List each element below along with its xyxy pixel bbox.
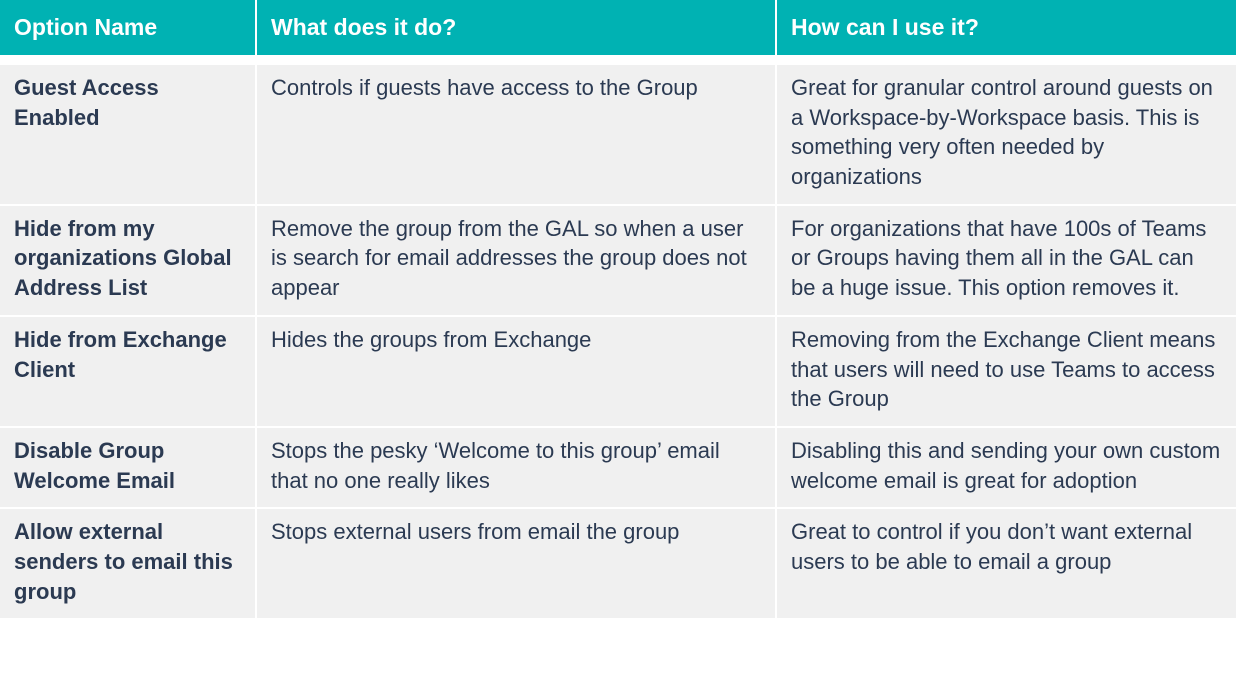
table-row: Guest Access Enabled Controls if guests …	[0, 65, 1236, 205]
cell-what: Hides the groups from Exchange	[256, 316, 776, 427]
options-table: Option Name What does it do? How can I u…	[0, 0, 1236, 620]
table-row: Disable Group Welcome Email Stops the pe…	[0, 427, 1236, 508]
cell-how: For organizations that have 100s of Team…	[776, 205, 1236, 316]
header-option-name: Option Name	[0, 0, 256, 56]
cell-how: Removing from the Exchange Client means …	[776, 316, 1236, 427]
cell-what: Stops external users from email the grou…	[256, 508, 776, 619]
cell-how: Great to control if you don’t want exter…	[776, 508, 1236, 619]
cell-what: Stops the pesky ‘Welcome to this group’ …	[256, 427, 776, 508]
page: Option Name What does it do? How can I u…	[0, 0, 1236, 620]
header-how: How can I use it?	[776, 0, 1236, 56]
table-row: Hide from my organizations Global Addres…	[0, 205, 1236, 316]
cell-option-name: Hide from my organizations Global Addres…	[0, 205, 256, 316]
cell-option-name: Guest Access Enabled	[0, 65, 256, 205]
cell-how: Great for granular control around guests…	[776, 65, 1236, 205]
cell-option-name: Disable Group Welcome Email	[0, 427, 256, 508]
table-row: Allow external senders to email this gro…	[0, 508, 1236, 619]
header-spacer	[0, 56, 1236, 65]
header-what: What does it do?	[256, 0, 776, 56]
cell-option-name: Hide from Exchange Client	[0, 316, 256, 427]
cell-what: Controls if guests have access to the Gr…	[256, 65, 776, 205]
cell-what: Remove the group from the GAL so when a …	[256, 205, 776, 316]
cell-how: Disabling this and sending your own cust…	[776, 427, 1236, 508]
table-row: Hide from Exchange Client Hides the grou…	[0, 316, 1236, 427]
table-header-row: Option Name What does it do? How can I u…	[0, 0, 1236, 56]
cell-option-name: Allow external senders to email this gro…	[0, 508, 256, 619]
